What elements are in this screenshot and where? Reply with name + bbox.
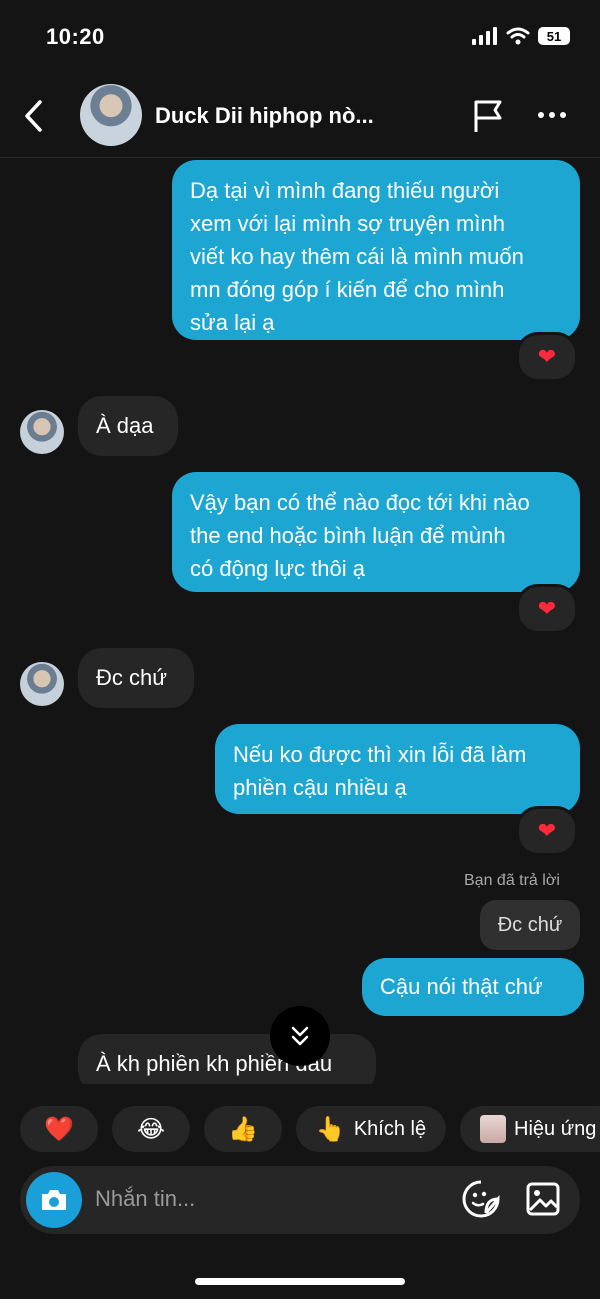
outgoing-message[interactable]: Dạ tại vì mình đang thiếu người xem với … <box>172 160 580 340</box>
contact-name[interactable]: Duck Dii hiphop nò... <box>155 103 455 129</box>
quick-reaction-heart[interactable]: ❤️ <box>20 1106 98 1152</box>
sender-avatar[interactable] <box>20 662 64 706</box>
quick-reaction-effects[interactable]: Hiệu ứng <box>460 1106 600 1152</box>
status-icons: 51 <box>472 27 570 45</box>
signal-icon <box>472 27 497 45</box>
outgoing-message[interactable]: Cậu nói thật chứ <box>362 958 584 1016</box>
flag-icon[interactable] <box>472 98 506 134</box>
back-chevron-icon[interactable] <box>22 98 46 134</box>
quick-reaction-thumbs-up[interactable]: 👍 <box>204 1106 282 1152</box>
quick-reaction-laugh[interactable]: 😂 <box>112 1106 190 1152</box>
double-chevron-down-icon <box>291 1026 309 1046</box>
heart-reaction[interactable]: ❤ <box>516 584 578 634</box>
quoted-reply[interactable]: Đc chứ <box>480 900 580 950</box>
outgoing-message[interactable]: Vậy bạn có thể nào đọc tới khi nào the e… <box>172 472 580 592</box>
sender-avatar[interactable] <box>20 410 64 454</box>
header-divider <box>0 157 600 158</box>
contact-avatar[interactable] <box>80 84 142 146</box>
wifi-icon <box>506 27 530 45</box>
heart-emoji-icon: ❤️ <box>44 1115 74 1143</box>
camera-button[interactable] <box>26 1172 82 1228</box>
thumbs-up-emoji-icon: 👍 <box>228 1115 258 1143</box>
gallery-icon[interactable] <box>526 1182 560 1216</box>
heart-reaction[interactable]: ❤ <box>516 332 578 382</box>
list-bottom-edge <box>0 1084 600 1104</box>
reply-label: Bạn đã trả lời <box>464 872 560 889</box>
battery-icon: 51 <box>538 27 570 45</box>
message-input[interactable]: Nhắn tin... <box>95 1186 195 1212</box>
more-options-icon[interactable] <box>538 112 566 118</box>
heart-reaction[interactable]: ❤ <box>516 806 578 856</box>
outgoing-message[interactable]: Nếu ko được thì xin lỗi đã làm phiền cậu… <box>215 724 580 814</box>
incoming-message[interactable]: Đc chứ <box>78 648 194 708</box>
laughing-emoji-icon: 😂 <box>136 1115 166 1143</box>
quick-reaction-encourage[interactable]: 👆 Khích lệ <box>296 1106 446 1152</box>
home-indicator <box>195 1278 405 1285</box>
incoming-message[interactable]: À dạa <box>78 396 178 456</box>
camera-icon <box>42 1190 66 1210</box>
scroll-to-bottom-button[interactable] <box>270 1006 330 1066</box>
status-time: 10:20 <box>46 24 105 49</box>
chip-label: Khích lệ <box>353 1117 427 1140</box>
pointing-hand-emoji-icon: 👆 <box>315 1115 346 1143</box>
chip-label: Hiệu ứng <box>514 1117 597 1140</box>
effect-thumbnail-icon <box>480 1115 506 1143</box>
sticker-icon[interactable] <box>462 1180 500 1218</box>
